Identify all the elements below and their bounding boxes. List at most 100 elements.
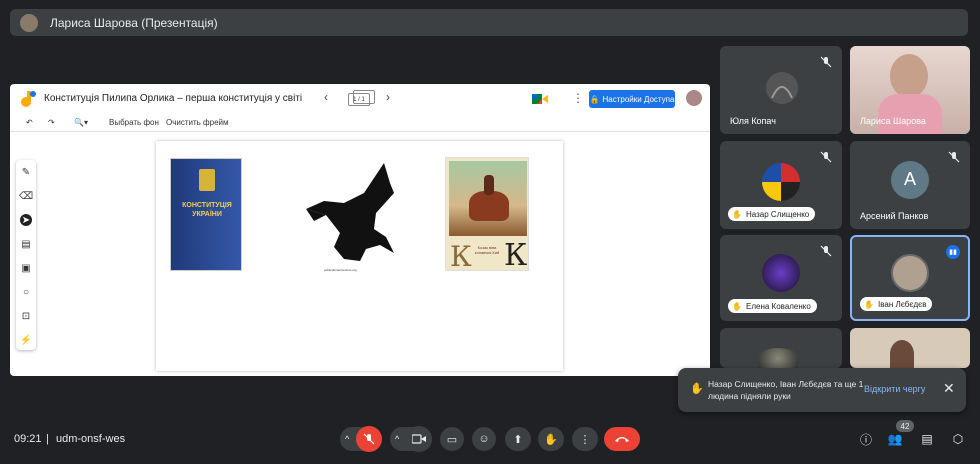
rider-shape	[484, 175, 494, 195]
jamboard-canvas[interactable]: КОНСТИТУЦІЯ УКРАЇНИ publicdomainvectors.…	[156, 141, 563, 371]
jamboard-toolbar: ↶ ↷ 🔍▾ Выбрать фон Очистить фрейм	[10, 114, 710, 132]
participant-tile[interactable]: ✋ Назар Слищенко	[720, 141, 842, 229]
share-button-label: Настройки Доступа	[602, 94, 675, 104]
frame-counter[interactable]: 1 / 1	[348, 90, 375, 106]
prev-frame-icon[interactable]: ‹	[324, 90, 328, 104]
set-background-button[interactable]: Выбрать фон	[109, 118, 159, 127]
activities-icon[interactable]: ⬡	[950, 431, 966, 447]
participant-image	[766, 72, 798, 104]
sticky-note-icon[interactable]: ▤	[20, 238, 32, 250]
pen-icon[interactable]: ✎	[20, 166, 32, 178]
people-icon[interactable]: 👥	[887, 431, 903, 447]
redo-icon[interactable]: ↷	[48, 118, 55, 127]
undo-icon[interactable]: ↶	[26, 118, 33, 127]
text-box-icon[interactable]: ⊡	[20, 310, 32, 322]
zoom-icon[interactable]: 🔍▾	[74, 118, 88, 127]
lock-icon: 🔒	[589, 94, 600, 104]
presenter-bar: Лариса Шарова (Презентація)	[10, 9, 968, 36]
participant-video	[890, 340, 914, 368]
book-cover-text: КОНСТИТУЦІЯ УКРАЇНИ	[182, 202, 232, 218]
participant-avatar	[762, 163, 800, 201]
participant-name: Юля Копач	[730, 116, 776, 126]
next-frame-icon[interactable]: ›	[386, 90, 390, 104]
raised-hand-pill: ✋ Назар Слищенко	[728, 207, 816, 221]
raised-hand-pill: ✋ Іван Лєбєдєв	[860, 297, 933, 311]
participant-avatar	[762, 253, 800, 292]
cossack-illustration	[449, 161, 527, 236]
open-queue-button[interactable]: Відкрити чергу	[864, 384, 925, 394]
meeting-controls: 09:21 | udm-onsf-wes ^ ^ ▭ ☺ ⬆ ✋ ⋮ ⓘ 👥 4…	[0, 420, 980, 464]
participant-tile[interactable]: ✋ Елена Коваленко	[720, 235, 842, 321]
participant-avatar: A	[891, 160, 929, 199]
participant-tile[interactable]: A Арсений Панков	[850, 141, 970, 229]
constitution-book-image[interactable]: КОНСТИТУЦІЯ УКРАЇНИ	[170, 158, 242, 271]
participant-tile[interactable]	[850, 328, 970, 368]
jamboard-header: Конституція Пилипа Орлика – перша консти…	[10, 84, 710, 114]
participant-name: Назар Слищенко	[746, 209, 810, 219]
present-icon[interactable]: ⬆	[505, 427, 531, 451]
eraser-icon[interactable]: ⌫	[19, 190, 33, 202]
raise-hand-icon[interactable]: ✋	[538, 427, 564, 451]
participant-body	[878, 94, 942, 134]
meeting-code: udm-onsf-wes	[56, 433, 126, 445]
mic-off-icon	[820, 151, 832, 163]
mic-control[interactable]: ^	[340, 426, 382, 452]
participant-name: Арсений Панков	[860, 211, 929, 221]
letter-right: К	[504, 238, 528, 273]
captions-icon[interactable]: ▭	[440, 427, 464, 451]
participant-tile[interactable]: Юля Копач	[720, 46, 842, 134]
drawing-tools: ✎ ⌫ ➤ ▤ ▣ ○ ⊡ ⚡	[16, 160, 36, 350]
chevron-up-icon[interactable]: ^	[395, 434, 399, 444]
book-small-text: Козак віва конавчик Кий	[474, 245, 500, 255]
laser-icon[interactable]: ⚡	[20, 334, 32, 346]
emoji-icon[interactable]: ☺	[472, 427, 496, 451]
participant-tile[interactable]: Лариса Шарова	[850, 46, 970, 134]
share-button[interactable]: 🔒 Настройки Доступа	[589, 90, 675, 108]
meet-icon[interactable]	[531, 92, 551, 106]
select-icon[interactable]: ➤	[20, 214, 32, 226]
mic-off-icon	[948, 151, 960, 163]
book-letters: К Козак віва конавчик Кий К	[446, 238, 530, 273]
leave-call-button[interactable]	[604, 427, 640, 451]
participant-face	[890, 54, 928, 98]
separator: |	[46, 433, 49, 445]
eagle-caption: publicdomainvectors.org	[324, 268, 357, 272]
chat-icon[interactable]: ▤	[919, 431, 935, 447]
participant-name: Іван Лєбєдєв	[878, 299, 927, 309]
clear-frame-button[interactable]: Очистить фрейм	[166, 118, 229, 127]
participant-name: Лариса Шарова	[860, 116, 926, 126]
user-avatar[interactable]	[686, 90, 702, 106]
participant-avatar	[758, 348, 798, 368]
mic-off-icon	[820, 245, 832, 257]
camera-icon[interactable]	[406, 426, 432, 452]
jamboard-title[interactable]: Конституція Пилипа Орлика – перша консти…	[44, 93, 302, 104]
horse-shape	[469, 191, 509, 221]
more-options-icon[interactable]: ⋮	[572, 427, 598, 451]
presentation-view: Конституція Пилипа Орлика – перша консти…	[10, 84, 710, 376]
raised-hands-toast: ✋ Назар Слищенко, Іван Лєбєдєв та ще 1 л…	[678, 368, 966, 412]
toast-message: Назар Слищенко, Іван Лєбєдєв та ще 1 люд…	[708, 379, 864, 401]
hand-icon: ✋	[864, 299, 874, 309]
people-count-badge: 42	[896, 420, 914, 432]
hang-up-icon	[615, 437, 629, 442]
mic-off-icon[interactable]	[356, 426, 382, 452]
speaking-indicator-icon: ▮▮	[946, 245, 960, 259]
participant-tile-speaking[interactable]: ▮▮ ✋ Іван Лєбєдєв	[850, 235, 970, 321]
mic-off-icon	[820, 56, 832, 68]
hand-icon: ✋	[690, 383, 704, 395]
trident-icon	[199, 169, 215, 191]
participant-tile[interactable]	[720, 328, 842, 368]
participant-name: Елена Коваленко	[746, 301, 811, 311]
close-icon[interactable]: ✕	[943, 380, 955, 397]
camera-control[interactable]: ^	[390, 426, 432, 452]
info-icon[interactable]: ⓘ	[858, 431, 874, 447]
chevron-up-icon[interactable]: ^	[345, 434, 349, 444]
hand-icon: ✋	[732, 301, 742, 311]
circle-icon[interactable]: ○	[20, 286, 32, 298]
eagle-image[interactable]	[304, 163, 400, 267]
cossack-book-image[interactable]: К Козак віва конавчик Кий К	[445, 157, 530, 273]
hand-icon: ✋	[732, 209, 742, 219]
more-options-icon[interactable]: ⋮	[572, 91, 584, 105]
image-icon[interactable]: ▣	[20, 262, 32, 274]
presenter-avatar	[20, 13, 38, 32]
